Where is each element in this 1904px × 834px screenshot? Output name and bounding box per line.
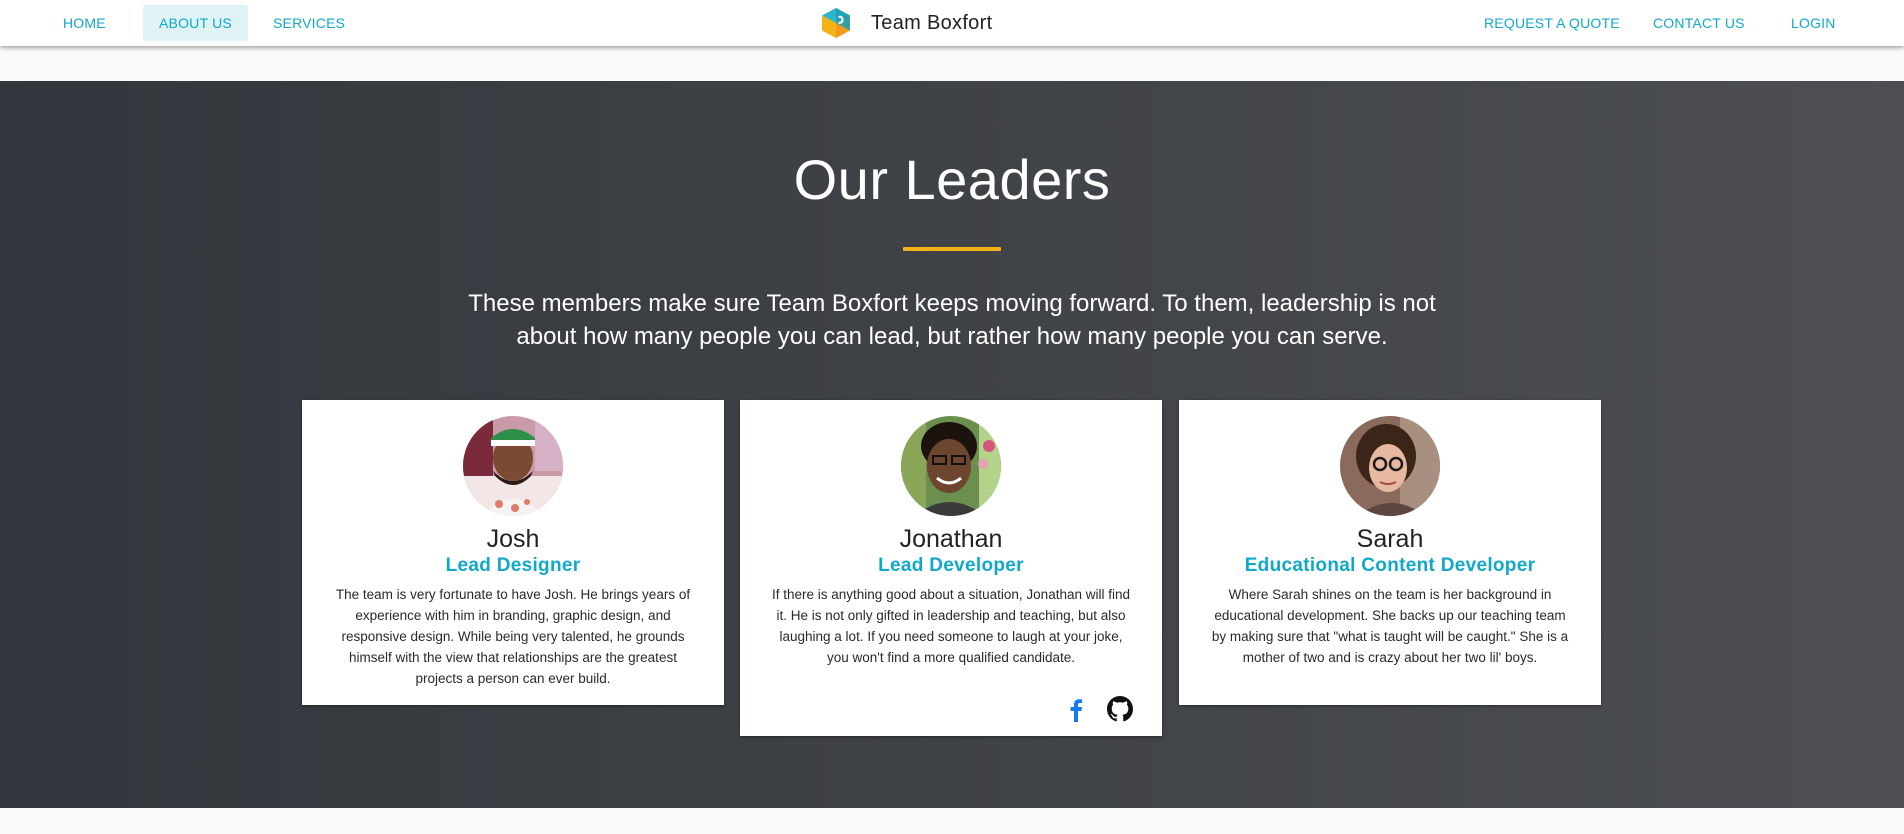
leader-name: Sarah <box>1356 525 1424 553</box>
nav-login-link[interactable]: LOGIN <box>1775 5 1852 41</box>
leader-name: Josh <box>486 525 540 553</box>
facebook-icon[interactable] <box>1063 696 1089 722</box>
leader-role: Lead Developer <box>878 555 1024 576</box>
brand[interactable]: Team Boxfort <box>819 5 992 41</box>
section-lead: These members make sure Team Boxfort kee… <box>468 290 1436 350</box>
nav-services-link[interactable]: SERVICES <box>257 5 361 41</box>
leader-role: Educational Content Developer <box>1244 555 1536 576</box>
nav-about-us-link[interactable]: ABOUT US <box>143 5 248 41</box>
section-title: Our Leaders <box>793 148 1111 211</box>
avatar-sarah <box>1340 416 1440 516</box>
nav-contact-us-link[interactable]: CONTACT US <box>1637 5 1761 41</box>
leader-role: Lead Designer <box>445 555 581 576</box>
leader-card-jonathan: Jonathan Lead Developer If there is anyt… <box>740 400 1162 736</box>
leader-card-sarah: Sarah Educational Content Developer Wher… <box>1179 400 1601 705</box>
brand-title: Team Boxfort <box>871 11 993 34</box>
github-icon[interactable] <box>1107 696 1133 722</box>
leader-bio: The team is very fortunate to have Josh.… <box>335 587 691 686</box>
top-navbar: HOME ABOUT US SERVICES Team Boxfort REQU… <box>0 0 1904 46</box>
boxfort-logo-icon <box>822 8 850 38</box>
title-divider <box>903 247 1001 251</box>
nav-request-quote-link[interactable]: REQUEST A QUOTE <box>1468 5 1636 41</box>
avatar-josh <box>463 416 563 516</box>
leader-card-josh: Josh Lead Designer The team is very fort… <box>302 400 724 705</box>
nav-home-link[interactable]: HOME <box>47 5 122 41</box>
avatar-jonathan <box>901 416 1001 516</box>
leader-name: Jonathan <box>899 525 1003 553</box>
leaders-section: Our Leaders These members make sure Team… <box>0 81 1904 808</box>
leader-bio: Where Sarah shines on the team is her ba… <box>1211 587 1569 665</box>
leader-bio: If there is anything good about a situat… <box>772 587 1130 665</box>
